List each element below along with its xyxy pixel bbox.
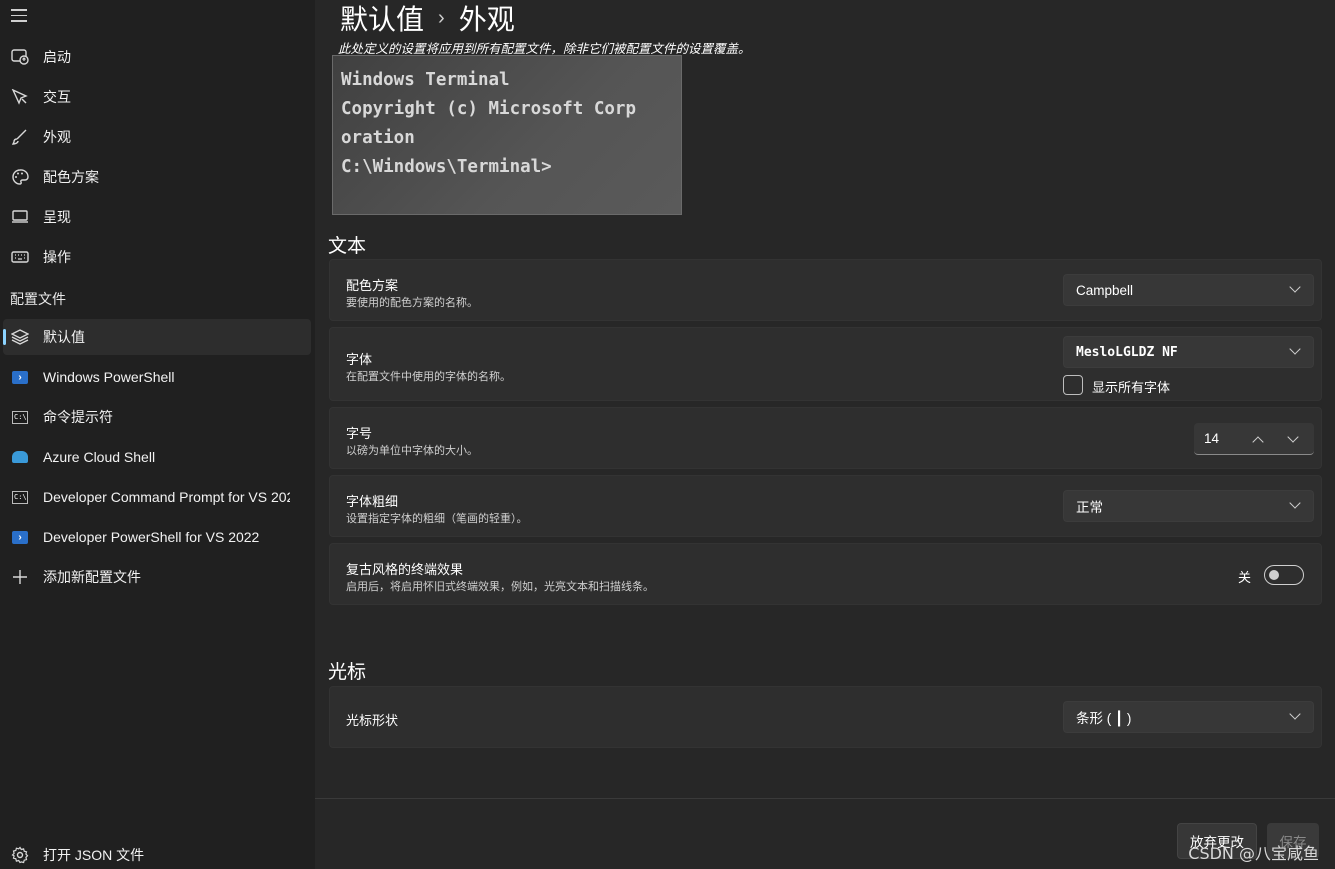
nav-item-defaults[interactable]: 默认值 <box>3 319 311 355</box>
dropdown-value: MesloLGLDZ NF <box>1076 344 1178 360</box>
profiles-heading: 配置文件 <box>10 291 66 307</box>
setting-title: 字体粗细 <box>346 494 399 509</box>
show-all-fonts-label[interactable]: 显示所有字体 <box>1092 377 1170 396</box>
setting-description: 以磅为单位中字体的大小。 <box>346 445 478 457</box>
setting-title: 光标形状 <box>346 713 399 728</box>
plus-icon <box>10 567 30 587</box>
toggle-state-label: 关 <box>1238 570 1252 585</box>
azure-cloud-icon <box>10 447 30 467</box>
nav-item-azure-cloud-shell[interactable]: Azure Cloud Shell <box>3 439 311 475</box>
increment-icon[interactable] <box>1250 432 1266 448</box>
hamburger-menu-icon[interactable] <box>11 9 27 23</box>
nav-label: 配色方案 <box>43 169 99 185</box>
breadcrumb-root[interactable]: 默认值 <box>340 0 424 38</box>
retro-effects-card: 复古风格的终端效果 启用后，将启用怀旧式终端效果，例如，光亮文本和扫描线条。 关 <box>329 543 1322 605</box>
chevron-down-icon <box>1289 281 1301 293</box>
powershell-icon: › <box>10 527 30 547</box>
decrement-icon[interactable] <box>1285 431 1301 446</box>
nav-item-windows-powershell[interactable]: › Windows PowerShell <box>3 359 311 395</box>
stepper-value[interactable]: 14 <box>1204 431 1219 446</box>
layers-icon <box>10 327 30 347</box>
nav-label: 添加新配置文件 <box>43 569 141 585</box>
main-content: 默认值 › 外观 此处定义的设置将应用到所有配置文件，除非它们被配置文件的设置覆… <box>315 0 1335 869</box>
interaction-icon <box>10 87 30 107</box>
color-scheme-card: 配色方案 要使用的配色方案的名称。 Campbell <box>329 259 1322 321</box>
terminal-preview: Windows Terminal Copyright (c) Microsoft… <box>332 55 682 215</box>
breadcrumb-current: 外观 <box>458 4 515 35</box>
font-size-stepper[interactable]: 14 <box>1194 423 1314 455</box>
dropdown-value: 条形 ( ┃ ) <box>1076 711 1132 726</box>
nav-item-command-prompt[interactable]: C:\ 命令提示符 <box>3 399 311 435</box>
font-face-dropdown[interactable]: MesloLGLDZ NF <box>1063 336 1314 368</box>
brush-icon <box>10 127 30 147</box>
setting-description: 要使用的配色方案的名称。 <box>346 297 478 309</box>
setting-description: 启用后，将启用怀旧式终端效果，例如，光亮文本和扫描线条。 <box>346 581 654 593</box>
nav-item-actions[interactable]: 操作 <box>3 239 311 275</box>
setting-title: 字体 <box>346 352 373 367</box>
watermark: CSDN @八宝咸鱼 <box>1188 844 1319 863</box>
dropdown-value: 正常 <box>1076 500 1103 515</box>
preview-line: oration <box>341 128 415 148</box>
nav-label: 呈现 <box>43 209 71 225</box>
cmd-icon: C:\ <box>10 487 30 507</box>
font-weight-dropdown[interactable]: 正常 <box>1063 490 1314 522</box>
nav-label: 命令提示符 <box>43 409 113 425</box>
show-all-fonts-checkbox[interactable] <box>1063 375 1083 395</box>
keyboard-icon <box>10 247 30 267</box>
retro-effects-toggle[interactable] <box>1264 565 1304 585</box>
nav-item-color-schemes[interactable]: 配色方案 <box>3 159 311 195</box>
cursor-shape-card: 光标形状 条形 ( ┃ ) <box>329 686 1322 748</box>
preview-line: C:\Windows\Terminal> <box>341 157 552 177</box>
font-size-card: 字号 以磅为单位中字体的大小。 14 <box>329 407 1322 469</box>
palette-icon <box>10 167 30 187</box>
chevron-down-icon <box>1289 343 1301 355</box>
powershell-icon: › <box>10 367 30 387</box>
nav-item-dev-powershell[interactable]: › Developer PowerShell for VS 2022 <box>3 519 311 555</box>
nav-label: Developer Command Prompt for VS 2022 <box>43 489 290 505</box>
nav-label: Developer PowerShell for VS 2022 <box>43 529 260 545</box>
sidebar: 启动 交互 外观 配色方案 呈现 操作 配置文件 默认值 › Windows P… <box>0 0 315 869</box>
breadcrumb-separator: › <box>438 6 445 29</box>
nav-label: 操作 <box>43 249 71 265</box>
setting-title: 复古风格的终端效果 <box>346 562 464 577</box>
launch-icon <box>10 47 30 67</box>
nav-label: 交互 <box>43 89 71 105</box>
setting-description: 设置指定字体的粗细（笔画的轻重）。 <box>346 513 528 525</box>
page-title: 默认值 › 外观 <box>340 0 515 38</box>
preview-line: Copyright (c) Microsoft Corp <box>341 99 637 119</box>
nav-label: 启动 <box>43 49 71 65</box>
nav-label: 打开 JSON 文件 <box>43 847 145 863</box>
nav-item-add-profile[interactable]: 添加新配置文件 <box>3 559 311 595</box>
cmd-icon: C:\ <box>10 407 30 427</box>
chevron-down-icon <box>1289 497 1301 509</box>
chevron-down-icon <box>1289 708 1301 720</box>
nav-item-dev-command-prompt[interactable]: C:\ Developer Command Prompt for VS 2022 <box>3 479 311 515</box>
font-face-card: 字体 在配置文件中使用的字体的名称。 MesloLGLDZ NF 显示所有字体 <box>329 327 1322 401</box>
setting-description: 在配置文件中使用的字体的名称。 <box>346 371 511 383</box>
dropdown-value: Campbell <box>1076 282 1134 298</box>
nav-label: Windows PowerShell <box>43 369 175 385</box>
nav-label: Azure Cloud Shell <box>43 449 156 465</box>
preview-line: Windows Terminal <box>341 70 510 90</box>
open-json-button[interactable]: 打开 JSON 文件 <box>3 837 311 869</box>
footer-divider <box>315 798 1335 799</box>
setting-title: 字号 <box>346 426 373 441</box>
monitor-icon <box>10 207 30 227</box>
gear-icon <box>10 845 30 865</box>
color-scheme-dropdown[interactable]: Campbell <box>1063 274 1314 306</box>
nav-label: 默认值 <box>43 329 85 345</box>
nav-item-rendering[interactable]: 呈现 <box>3 199 311 235</box>
setting-title: 配色方案 <box>346 278 399 293</box>
nav-item-launch[interactable]: 启动 <box>3 39 311 75</box>
nav-item-interaction[interactable]: 交互 <box>3 79 311 115</box>
cursor-shape-dropdown[interactable]: 条形 ( ┃ ) <box>1063 701 1314 733</box>
font-weight-card: 字体粗细 设置指定字体的粗细（笔画的轻重）。 正常 <box>329 475 1322 537</box>
nav-label: 外观 <box>43 129 71 145</box>
cursor-section-heading: 光标 <box>328 662 367 683</box>
nav-item-appearance[interactable]: 外观 <box>3 119 311 155</box>
text-section-heading: 文本 <box>328 236 367 257</box>
